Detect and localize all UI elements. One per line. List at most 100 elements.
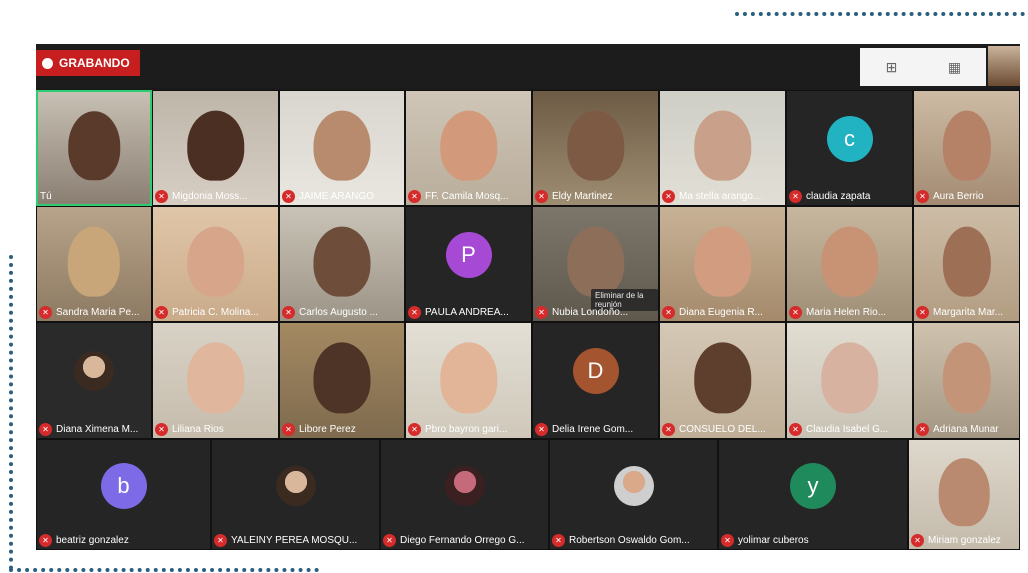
zoom-gallery-view: GRABANDO ⊞ ▦ Tú ✕ Migdonia Moss... ✕ JAIME… [36, 44, 1020, 550]
participant-tile[interactable]: ✕ CONSUELO DEL... [659, 322, 786, 439]
participant-name: ✕ Robertson Oswaldo Gom... [552, 534, 690, 547]
participant-tile[interactable]: ✕ Aura Berrio [913, 90, 1020, 206]
video-feed [186, 342, 245, 414]
participant-tile[interactable]: ✕ Eldy Martinez [532, 90, 659, 206]
recording-label: GRABANDO [59, 56, 130, 70]
participant-name: ✕ Maria Helen Rio... [789, 306, 886, 319]
participant-name: ✕ Libore Perez [282, 423, 356, 436]
muted-mic-icon: ✕ [282, 190, 295, 203]
muted-mic-icon: ✕ [916, 306, 929, 319]
participant-tile[interactable]: b ✕ beatriz gonzalez [36, 439, 211, 550]
avatar: c [826, 115, 873, 162]
video-feed [942, 342, 991, 414]
participant-name: ✕ Migdonia Moss... [155, 190, 248, 203]
participant-name: ✕ FF. Camila Mosq... [408, 190, 508, 203]
muted-mic-icon: ✕ [408, 190, 421, 203]
participant-tile[interactable]: ✕ Maria Helen Rio... [786, 206, 913, 322]
muted-mic-icon: ✕ [282, 423, 295, 436]
participant-tile[interactable]: D ✕ Delia Irene Gom... [532, 322, 659, 439]
participant-tile[interactable]: ✕ Miriam gonzalez [908, 439, 1020, 550]
muted-mic-icon: ✕ [662, 306, 675, 319]
participant-name: ✕ Delia Irene Gom... [535, 423, 633, 436]
muted-mic-icon: ✕ [155, 423, 168, 436]
participant-tile[interactable]: y ✕ yolimar cuberos [718, 439, 908, 550]
muted-mic-icon: ✕ [155, 306, 168, 319]
participant-tile[interactable]: ✕ FF. Camila Mosq... [405, 90, 532, 206]
muted-mic-icon: ✕ [535, 306, 548, 319]
muted-mic-icon: ✕ [535, 423, 548, 436]
speaker-view-icon[interactable]: ⊞ [880, 57, 904, 77]
participant-tile[interactable]: ✕ YALEINY PEREA MOSQU... [211, 439, 380, 550]
participant-tile[interactable]: ✕ Diana Eugenia R... [659, 206, 786, 322]
participant-tile[interactable]: ✕ Pbro bayron gari... [405, 322, 532, 439]
participant-name: ✕ claudia zapata [789, 190, 871, 203]
muted-mic-icon: ✕ [789, 190, 802, 203]
participant-tile[interactable]: ✕ Carlos Augusto ... [279, 206, 405, 322]
participant-tile[interactable]: ✕ Diana Ximena M... [36, 322, 152, 439]
muted-mic-icon: ✕ [789, 306, 802, 319]
participant-tile[interactable]: ✕ Robertson Oswaldo Gom... [549, 439, 718, 550]
participant-name: ✕ Claudia Isabel G... [789, 423, 888, 436]
avatar [444, 465, 485, 506]
participant-tile[interactable]: P ✕ PAULA ANDREA... [405, 206, 532, 322]
muted-mic-icon: ✕ [662, 190, 675, 203]
participant-tile[interactable]: ✕ Liliana Rios [152, 322, 279, 439]
video-feed [313, 226, 371, 298]
participant-tile[interactable]: ✕ Claudia Isabel G... [786, 322, 913, 439]
participant-name: ✕ Carlos Augusto ... [282, 306, 378, 319]
participant-tile[interactable]: ✕ JAIME ARANGO [279, 90, 405, 206]
view-toolbar: ⊞ ▦ [860, 48, 986, 86]
avatar: P [445, 231, 492, 278]
participant-name: ✕ Diana Eugenia R... [662, 306, 763, 319]
muted-mic-icon: ✕ [383, 534, 396, 547]
participant-tile[interactable]: ✕ Adriana Munar [913, 322, 1020, 439]
participant-name: ✕ Ma stella arango... [662, 190, 761, 203]
recording-indicator[interactable]: GRABANDO [36, 50, 140, 76]
decorative-dotted-line-left [9, 255, 13, 570]
video-feed [566, 226, 625, 298]
avatar: b [100, 462, 147, 509]
avatar: D [572, 348, 619, 395]
participant-tile[interactable]: ✕ Margarita Mar... [913, 206, 1020, 322]
muted-mic-icon: ✕ [721, 534, 734, 547]
video-feed [313, 342, 371, 414]
muted-mic-icon: ✕ [911, 534, 924, 547]
video-feed [439, 110, 498, 182]
participant-name: Tú [40, 191, 52, 202]
participant-name: ✕ CONSUELO DEL... [662, 423, 766, 436]
participant-name: ✕ Miriam gonzalez [911, 534, 1001, 547]
video-feed [693, 110, 752, 182]
participant-tile[interactable]: ✕ Diego Fernando Orrego G... [380, 439, 549, 550]
participant-tile[interactable]: Eliminar de la reunión ✕ Nubia Londoño... [532, 206, 659, 322]
participant-name: ✕ Aura Berrio [916, 190, 984, 203]
self-view-thumbnail[interactable] [988, 46, 1020, 86]
participant-tile[interactable]: Tú [36, 90, 152, 206]
video-feed [186, 110, 245, 182]
muted-mic-icon: ✕ [916, 423, 929, 436]
participant-tile[interactable]: c ✕ claudia zapata [786, 90, 913, 206]
muted-mic-icon: ✕ [916, 190, 929, 203]
participant-tile[interactable]: ✕ Ma stella arango... [659, 90, 786, 206]
video-feed [820, 226, 879, 298]
participant-name: ✕ YALEINY PEREA MOSQU... [214, 534, 357, 547]
participant-tile[interactable]: ✕ Patricia C. Molina... [152, 206, 279, 322]
participant-tile[interactable]: ✕ Libore Perez [279, 322, 405, 439]
video-feed [820, 342, 879, 414]
participant-tile[interactable]: ✕ Sandra Maria Pe... [36, 206, 152, 322]
muted-mic-icon: ✕ [662, 423, 675, 436]
decorative-dotted-line-top [735, 12, 1025, 16]
participant-name: ✕ Sandra Maria Pe... [39, 306, 139, 319]
gallery-view-icon[interactable]: ▦ [943, 57, 967, 77]
video-feed [439, 342, 498, 414]
participant-name: ✕ Diego Fernando Orrego G... [383, 534, 525, 547]
participant-tile[interactable]: ✕ Migdonia Moss... [152, 90, 279, 206]
participant-name: ✕ Diana Ximena M... [39, 423, 138, 436]
muted-mic-icon: ✕ [535, 190, 548, 203]
meeting-top-bar: GRABANDO ⊞ ▦ [36, 44, 1020, 88]
muted-mic-icon: ✕ [408, 423, 421, 436]
participant-name: ✕ PAULA ANDREA... [408, 306, 509, 319]
video-feed [313, 110, 371, 182]
avatar: y [790, 462, 836, 509]
video-feed [67, 226, 121, 298]
muted-mic-icon: ✕ [214, 534, 227, 547]
